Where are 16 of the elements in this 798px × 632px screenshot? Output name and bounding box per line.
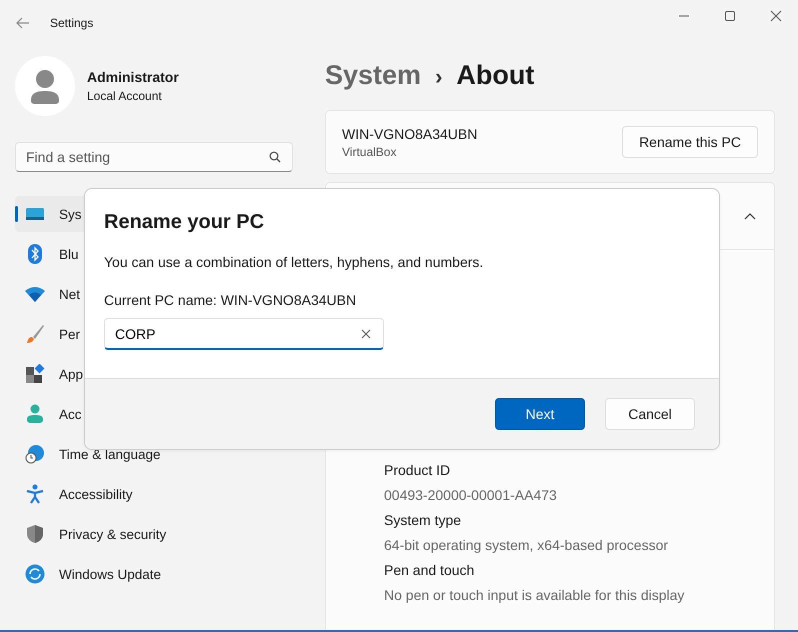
- pc-model: VirtualBox: [342, 144, 398, 158]
- account-name: Administrator: [87, 69, 179, 85]
- spec-label: Product ID: [384, 462, 452, 480]
- spec-value: 64-bit operating system, x64-based processor: [384, 537, 670, 555]
- spec-value: No pen or touch input is available for this display: [384, 587, 686, 605]
- spec-label: Pen and touch: [384, 562, 476, 580]
- dialog-message: You can use a combination of letters, hyphens, and numbers.: [104, 254, 484, 270]
- spec-value: 00493-20000-00001-AA473: [384, 487, 558, 505]
- spec-label: System type: [384, 512, 462, 530]
- pc-name: WIN-VGNO8A34UBN: [342, 126, 478, 142]
- account-type: Local Account: [87, 89, 163, 103]
- current-name-label: Current PC name: WIN-VGNO8A34UBN: [104, 292, 356, 308]
- dialog-title: Rename your PC: [104, 211, 264, 234]
- breadcrumb-separator: ›: [435, 64, 442, 90]
- page-title: About: [456, 60, 534, 91]
- window-title: Settings: [50, 16, 94, 30]
